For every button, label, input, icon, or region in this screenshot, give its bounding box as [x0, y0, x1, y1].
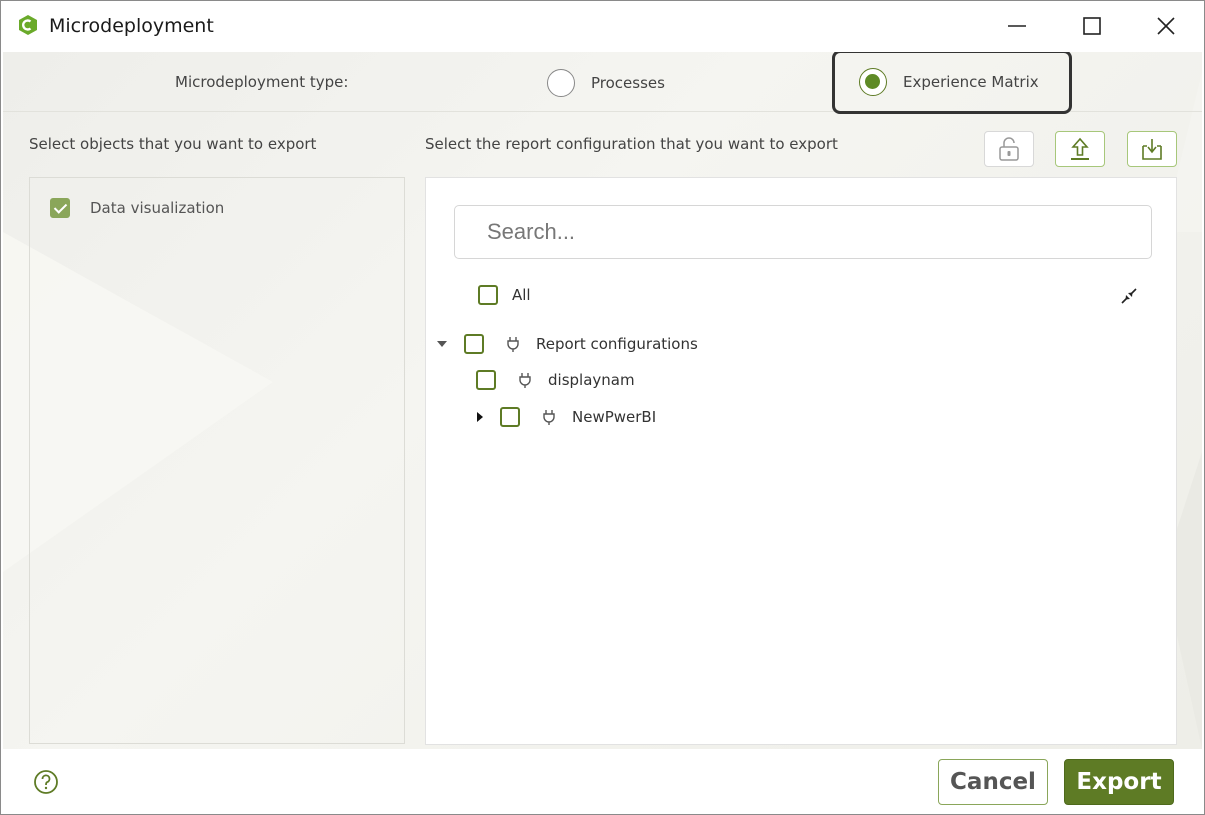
select-all-checkbox[interactable]	[478, 285, 498, 305]
caret-right-icon[interactable]	[474, 411, 486, 423]
app-logo-icon	[19, 15, 37, 35]
title-bar: Microdeployment	[1, 1, 1204, 51]
radio-processes[interactable]: Processes	[547, 66, 665, 100]
upload-icon	[1071, 137, 1089, 160]
search-box[interactable]	[454, 205, 1152, 259]
download-button[interactable]	[1127, 131, 1177, 167]
radio-experience-matrix-circle[interactable]	[859, 68, 887, 96]
report-config-panel: All Report configurations di	[425, 177, 1177, 745]
caret-down-icon[interactable]	[436, 338, 448, 350]
window-title: Microdeployment	[49, 15, 214, 37]
radio-experience-matrix-label: Experience Matrix	[903, 73, 1039, 91]
minimize-icon	[1008, 25, 1026, 27]
tree-node-report-configurations[interactable]: Report configurations	[436, 334, 698, 354]
plug-icon	[507, 337, 519, 352]
microdeployment-dialog: Microdeployment Microdeployment type: Pr…	[0, 0, 1205, 815]
displaynam-label: displaynam	[548, 371, 635, 389]
objects-panel: Data visualization	[29, 177, 405, 744]
plug-icon	[519, 373, 531, 388]
deployment-type-row: Microdeployment type: Processes Experien…	[3, 52, 1202, 114]
tree-node-displaynam[interactable]: displaynam	[476, 370, 635, 390]
dialog-body: Microdeployment type: Processes Experien…	[3, 52, 1202, 749]
newpwerbi-checkbox[interactable]	[500, 407, 520, 427]
radio-processes-circle[interactable]	[547, 69, 575, 97]
newpwerbi-label: NewPwerBI	[572, 408, 657, 426]
tree-node-newpwerbi[interactable]: NewPwerBI	[474, 407, 656, 427]
select-all-row[interactable]: All	[478, 285, 531, 305]
report-config-section-label: Select the report configuration that you…	[425, 135, 838, 153]
objects-section-label: Select objects that you want to export	[29, 135, 317, 153]
close-button[interactable]	[1135, 1, 1197, 51]
collapse-all-icon[interactable]	[1120, 287, 1138, 305]
report-configurations-label: Report configurations	[536, 335, 698, 353]
download-icon	[1142, 139, 1162, 160]
report-configurations-checkbox[interactable]	[464, 334, 484, 354]
deployment-type-label: Microdeployment type:	[175, 73, 349, 91]
unlock-icon	[999, 137, 1019, 161]
upload-button[interactable]	[1055, 131, 1105, 167]
radio-processes-label: Processes	[591, 74, 665, 92]
unlock-button[interactable]	[984, 131, 1034, 167]
maximize-icon	[1083, 17, 1101, 35]
object-item-data-visualization[interactable]: Data visualization	[50, 198, 224, 218]
plug-icon	[543, 410, 555, 425]
data-visualization-label: Data visualization	[90, 199, 225, 217]
search-input[interactable]	[455, 206, 1151, 258]
select-all-label: All	[512, 286, 531, 304]
close-icon	[1157, 17, 1175, 35]
radio-experience-matrix[interactable]: Experience Matrix	[832, 52, 1072, 114]
dialog-footer: Cancel Export	[1, 749, 1204, 814]
displaynam-checkbox[interactable]	[476, 370, 496, 390]
export-button[interactable]: Export	[1064, 759, 1174, 805]
data-visualization-checkbox[interactable]	[50, 198, 70, 218]
help-icon[interactable]	[33, 769, 59, 795]
cancel-button[interactable]: Cancel	[938, 759, 1048, 805]
maximize-button[interactable]	[1061, 1, 1123, 51]
minimize-button[interactable]	[986, 1, 1048, 51]
